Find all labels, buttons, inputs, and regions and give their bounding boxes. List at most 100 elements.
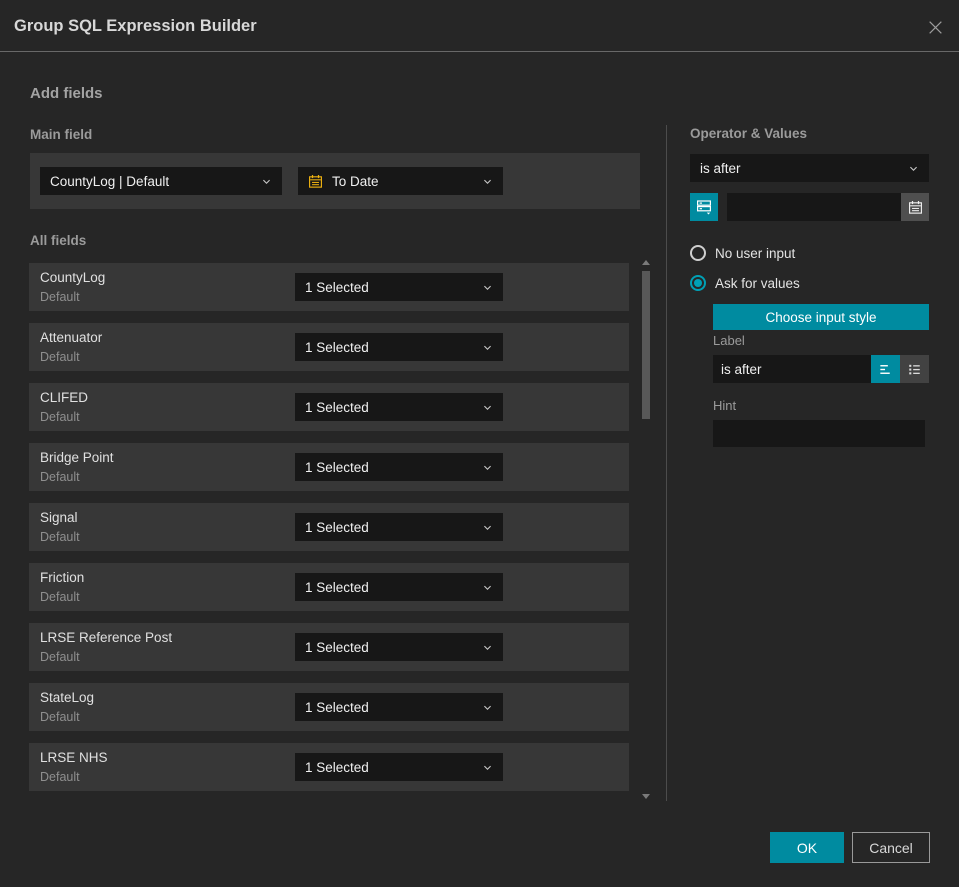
ok-button[interactable]: OK (770, 832, 844, 863)
main-field-select[interactable]: CountyLog | Default (40, 167, 282, 195)
chevron-down-icon (482, 462, 493, 473)
label-input[interactable] (713, 355, 871, 383)
radio-selected-icon (690, 275, 706, 291)
list-icon (907, 362, 922, 377)
field-name: Friction (40, 570, 85, 585)
main-field-panel: CountyLog | Default To Date (30, 153, 640, 209)
field-selected-value: 1 Selected (305, 339, 369, 355)
all-fields-heading: All fields (30, 233, 87, 248)
radio-no-user-input-label: No user input (715, 245, 796, 261)
main-field-date-value: To Date (332, 173, 379, 189)
field-selected-dropdown[interactable]: 1 Selected (295, 333, 503, 361)
field-sublabel: Default (40, 290, 80, 304)
radio-ask-for-values[interactable]: Ask for values (690, 275, 800, 291)
field-row: Bridge Point Default 1 Selected (29, 443, 629, 491)
field-selected-value: 1 Selected (305, 399, 369, 415)
field-selected-dropdown[interactable]: 1 Selected (295, 393, 503, 421)
field-selected-value: 1 Selected (305, 639, 369, 655)
field-selected-dropdown[interactable]: 1 Selected (295, 573, 503, 601)
close-icon (927, 19, 944, 36)
value-input[interactable] (727, 193, 901, 221)
operator-select-value: is after (700, 160, 741, 176)
field-selected-value: 1 Selected (305, 579, 369, 595)
field-name: Bridge Point (40, 450, 114, 465)
field-selected-value: 1 Selected (305, 519, 369, 535)
field-sublabel: Default (40, 470, 80, 484)
chevron-down-icon (482, 702, 493, 713)
field-sublabel: Default (40, 410, 80, 424)
field-selected-dropdown[interactable]: 1 Selected (295, 273, 503, 301)
cancel-button[interactable]: Cancel (852, 832, 930, 863)
list-scrollbar[interactable] (641, 258, 651, 801)
field-sublabel: Default (40, 530, 80, 544)
field-selected-value: 1 Selected (305, 759, 369, 775)
field-row: Signal Default 1 Selected (29, 503, 629, 551)
field-selected-value: 1 Selected (305, 459, 369, 475)
chevron-down-icon (482, 642, 493, 653)
main-field-select-value: CountyLog | Default (50, 173, 170, 189)
radio-circle-icon (690, 245, 706, 261)
field-row: StateLog Default 1 Selected (29, 683, 629, 731)
hint-input[interactable] (713, 420, 925, 447)
main-field-heading: Main field (30, 127, 93, 142)
label-heading: Label (713, 333, 745, 348)
field-row: CLIFED Default 1 Selected (29, 383, 629, 431)
stacked-values-button[interactable] (690, 193, 718, 221)
main-field-date-select[interactable]: To Date (298, 167, 503, 195)
all-fields-list: CountyLog Default 1 Selected Attenuator … (29, 263, 629, 803)
value-calendar-button[interactable] (901, 193, 929, 221)
chevron-down-icon (482, 342, 493, 353)
chevron-down-icon (482, 402, 493, 413)
dialog-header: Group SQL Expression Builder (0, 0, 959, 52)
field-sublabel: Default (40, 590, 80, 604)
field-row: CountyLog Default 1 Selected (29, 263, 629, 311)
field-name: Attenuator (40, 330, 103, 345)
chevron-down-icon (482, 582, 493, 593)
stacked-values-icon (696, 199, 712, 215)
field-selected-value: 1 Selected (305, 699, 369, 715)
scrollbar-thumb[interactable] (642, 271, 650, 419)
field-sublabel: Default (40, 710, 80, 724)
chevron-down-icon (482, 176, 493, 187)
field-name: CountyLog (40, 270, 106, 285)
operator-select[interactable]: is after (690, 154, 929, 182)
field-row: Friction Default 1 Selected (29, 563, 629, 611)
field-name: LRSE Reference Post (40, 630, 173, 645)
field-selected-dropdown[interactable]: 1 Selected (295, 453, 503, 481)
field-row: LRSE Reference Post Default 1 Selected (29, 623, 629, 671)
field-selected-dropdown[interactable]: 1 Selected (295, 693, 503, 721)
chevron-down-icon (908, 163, 919, 174)
field-selected-dropdown[interactable]: 1 Selected (295, 513, 503, 541)
scroll-down-arrow-icon[interactable] (642, 794, 650, 799)
chevron-down-icon (482, 282, 493, 293)
align-left-icon (878, 362, 893, 377)
field-sublabel: Default (40, 770, 80, 784)
field-name: LRSE NHS (40, 750, 108, 765)
field-name: StateLog (40, 690, 95, 705)
field-row: LRSE NHS Default 1 Selected (29, 743, 629, 791)
chevron-down-icon (261, 176, 272, 187)
field-sublabel: Default (40, 650, 80, 664)
dialog-title: Group SQL Expression Builder (14, 17, 257, 35)
list-style-button[interactable] (900, 355, 929, 383)
add-fields-heading: Add fields (30, 85, 103, 102)
choose-input-style-button[interactable]: Choose input style (713, 304, 929, 330)
field-row: Attenuator Default 1 Selected (29, 323, 629, 371)
field-selected-dropdown[interactable]: 1 Selected (295, 753, 503, 781)
calendar-icon (308, 173, 323, 189)
field-name: Signal (40, 510, 78, 525)
field-selected-value: 1 Selected (305, 279, 369, 295)
radio-no-user-input[interactable]: No user input (690, 245, 795, 261)
operator-values-heading: Operator & Values (690, 126, 808, 141)
single-line-style-button[interactable] (871, 355, 900, 383)
field-selected-dropdown[interactable]: 1 Selected (295, 633, 503, 661)
vertical-divider (666, 125, 667, 801)
scroll-up-arrow-icon[interactable] (642, 260, 650, 265)
radio-ask-for-values-label: Ask for values (715, 275, 800, 291)
close-button[interactable] (925, 17, 945, 37)
chevron-down-icon (482, 522, 493, 533)
field-name: CLIFED (40, 390, 89, 405)
field-sublabel: Default (40, 350, 80, 364)
hint-heading: Hint (713, 398, 737, 413)
chevron-down-icon (482, 762, 493, 773)
